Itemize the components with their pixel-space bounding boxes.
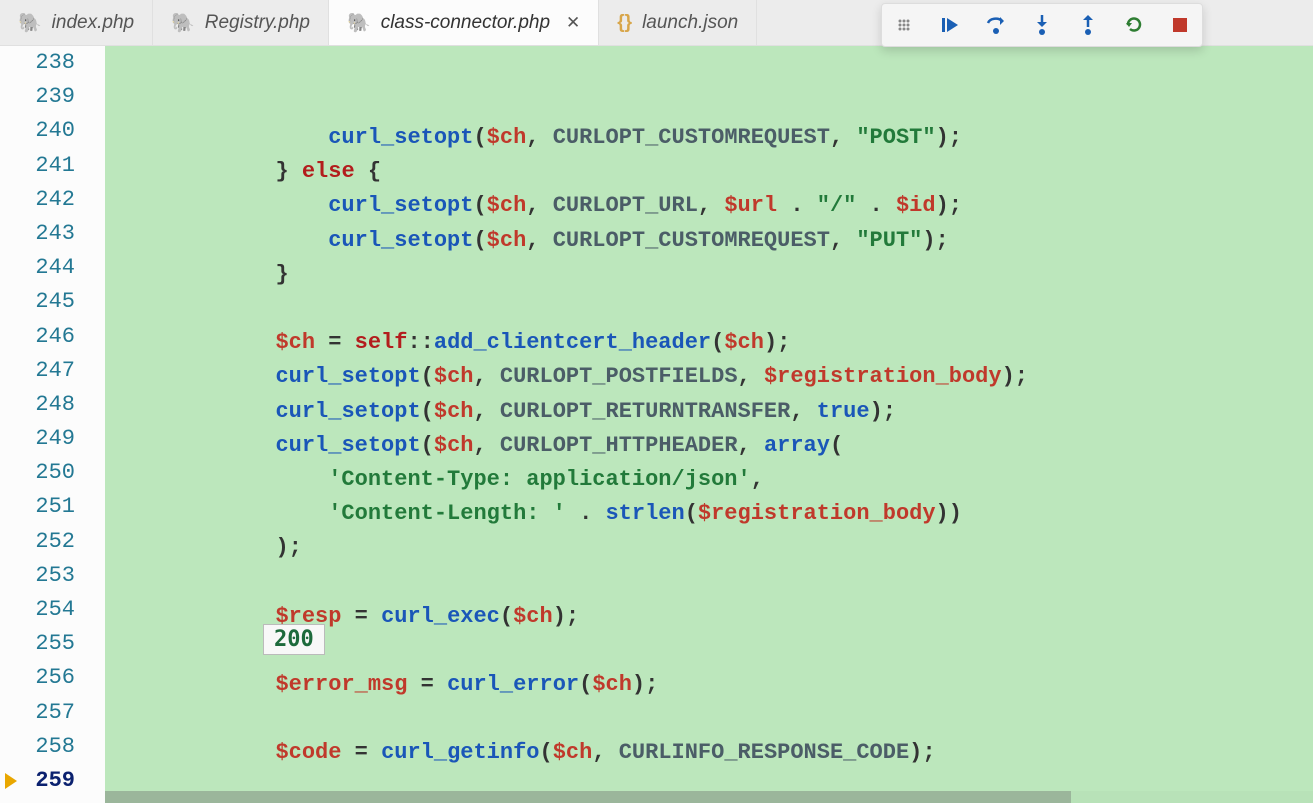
json-icon: {} (617, 12, 632, 34)
tab-label: launch.json (642, 12, 738, 34)
line-number[interactable]: 241 (0, 149, 105, 183)
line-number[interactable]: 250 (0, 456, 105, 490)
restart-button[interactable] (1122, 13, 1146, 37)
code-line[interactable]: curl_setopt($ch, CURLOPT_HTTPHEADER, arr… (105, 429, 1313, 463)
tab-launch-json[interactable]: {} launch.json (599, 0, 757, 45)
horizontal-scrollbar[interactable] (105, 791, 1313, 803)
tab-label: index.php (52, 12, 134, 34)
line-number[interactable]: 245 (0, 285, 105, 319)
line-number-gutter[interactable]: 2382392402412422432442452462472482492502… (0, 46, 105, 803)
close-icon[interactable]: ✕ (566, 13, 580, 33)
line-number[interactable]: 239 (0, 80, 105, 114)
tab-Registry-php[interactable]: 🐘 Registry.php (153, 0, 329, 45)
code-line[interactable]: $ch = self::add_clientcert_header($ch); (105, 326, 1313, 360)
line-number[interactable]: 255 (0, 627, 105, 661)
code-line[interactable]: curl_setopt($ch, CURLOPT_CUSTOMREQUEST, … (105, 121, 1313, 155)
scrollbar-thumb[interactable] (105, 791, 1071, 803)
line-number[interactable]: 248 (0, 388, 105, 422)
code-line[interactable]: curl_setopt($ch, CURLOPT_CUSTOMREQUEST, … (105, 224, 1313, 258)
line-number[interactable]: 247 (0, 354, 105, 388)
code-line[interactable] (105, 565, 1313, 599)
debug-hover-value: 200 (263, 624, 325, 655)
code-line[interactable] (105, 702, 1313, 736)
line-number[interactable]: 240 (0, 114, 105, 148)
line-number[interactable]: 258 (0, 730, 105, 764)
line-number[interactable]: 244 (0, 251, 105, 285)
line-number[interactable]: 251 (0, 490, 105, 524)
line-number[interactable]: 253 (0, 559, 105, 593)
code-line[interactable] (105, 292, 1313, 326)
step-out-button[interactable] (1076, 13, 1100, 37)
tab-label: class-connector.php (381, 12, 550, 34)
line-number[interactable]: 242 (0, 183, 105, 217)
continue-button[interactable] (938, 13, 962, 37)
code-line[interactable]: curl_setopt($ch, CURLOPT_POSTFIELDS, $re… (105, 360, 1313, 394)
debug-toolbar (881, 3, 1203, 47)
line-number[interactable]: 259 (0, 764, 105, 798)
line-number[interactable]: 243 (0, 217, 105, 251)
step-into-button[interactable] (1030, 13, 1054, 37)
php-icon: 🐘 (171, 11, 195, 35)
line-number[interactable]: 254 (0, 593, 105, 627)
stop-button[interactable] (1168, 13, 1192, 37)
step-over-button[interactable] (984, 13, 1008, 37)
tab-class-connector-php[interactable]: 🐘 class-connector.php ✕ (329, 0, 599, 45)
code-area[interactable]: curl_setopt($ch, CURLOPT_CUSTOMREQUEST, … (105, 46, 1313, 803)
line-number[interactable]: 246 (0, 320, 105, 354)
code-line[interactable]: curl_setopt($ch, CURLOPT_URL, $url . "/"… (105, 189, 1313, 223)
tab-bar: 🐘 index.php 🐘 Registry.php 🐘 class-connector.… (0, 0, 1313, 46)
code-line[interactable]: curl_setopt($ch, CURLOPT_RETURNTRANSFER,… (105, 395, 1313, 429)
code-line[interactable]: $code = curl_getinfo($ch, CURLINFO_RESPO… (105, 736, 1313, 770)
line-number[interactable]: 257 (0, 696, 105, 730)
execution-pointer-icon (5, 773, 17, 789)
code-line[interactable]: 'Content-Length: ' . strlen($registratio… (105, 497, 1313, 531)
line-number[interactable]: 256 (0, 661, 105, 695)
line-number[interactable]: 238 (0, 46, 105, 80)
php-icon: 🐘 (347, 11, 371, 35)
tab-label: Registry.php (205, 12, 310, 34)
code-editor[interactable]: 2382392402412422432442452462472482492502… (0, 46, 1313, 803)
code-line[interactable]: ); (105, 531, 1313, 565)
code-line[interactable]: } else { (105, 155, 1313, 189)
code-line[interactable]: $error_msg = curl_error($ch); (105, 668, 1313, 702)
line-number[interactable]: 249 (0, 422, 105, 456)
php-icon: 🐘 (18, 11, 42, 35)
line-number[interactable]: 252 (0, 525, 105, 559)
tab-index-php[interactable]: 🐘 index.php (0, 0, 153, 45)
code-line[interactable]: 'Content-Type: application/json', (105, 463, 1313, 497)
code-line[interactable]: } (105, 258, 1313, 292)
drag-handle-icon[interactable] (892, 13, 916, 37)
